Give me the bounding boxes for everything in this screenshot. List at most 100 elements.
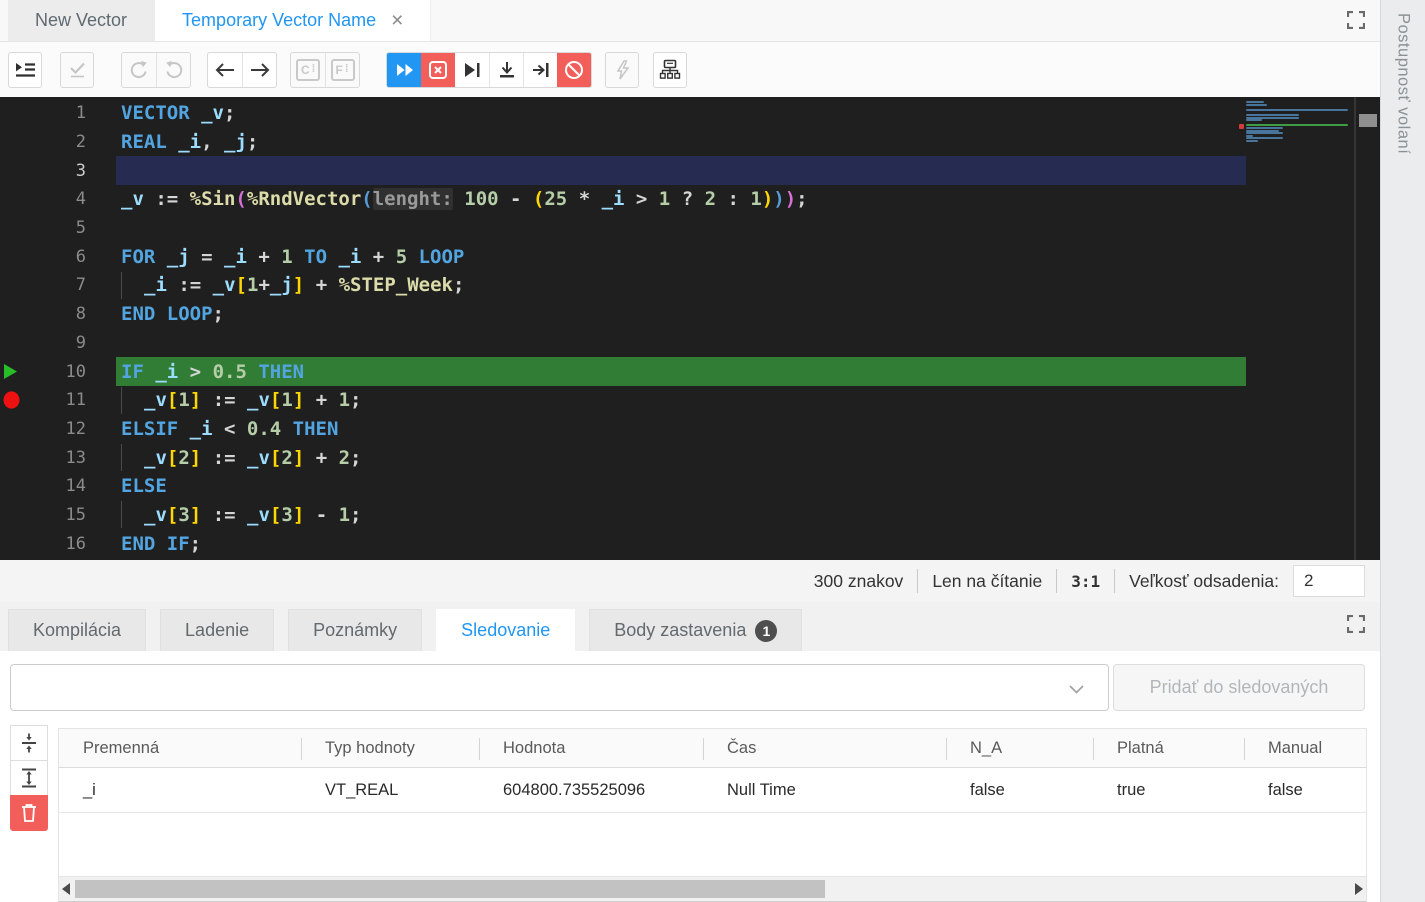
- code-line[interactable]: 5: [0, 214, 1246, 243]
- panel-tab-poznamky[interactable]: Poznámky: [288, 609, 422, 651]
- code-line[interactable]: 13_v[2] := _v[2] + 2;: [0, 443, 1246, 472]
- hierarchy-icon: [659, 59, 681, 80]
- format-code-button[interactable]: [8, 52, 42, 88]
- c-reference-button[interactable]: C⁞: [291, 53, 325, 87]
- line-number: 5: [28, 218, 86, 238]
- expand-editor-button[interactable]: [1344, 8, 1368, 32]
- code-token: 2: [705, 188, 716, 210]
- scrollbar-thumb[interactable]: [75, 880, 825, 898]
- scrollbar-thumb[interactable]: [1359, 114, 1377, 127]
- panel-tab-ladenie[interactable]: Ladenie: [160, 609, 274, 651]
- code-line[interactable]: 1VECTOR _v;: [0, 99, 1246, 128]
- panel-tab-kompilacia[interactable]: Kompilácia: [8, 609, 146, 651]
- code-token: _j: [224, 131, 247, 153]
- redo-icon: [164, 60, 184, 79]
- column-header[interactable]: Hodnota: [479, 729, 703, 767]
- watch-table-row[interactable]: _iVT_REAL604800.735525096Null Timefalset…: [59, 768, 1366, 813]
- column-header[interactable]: Typ hodnoty: [301, 729, 479, 767]
- step-out-button[interactable]: [523, 53, 557, 87]
- watch-table-body: _iVT_REAL604800.735525096Null Timefalset…: [59, 768, 1366, 813]
- navigate-forward-button[interactable]: [242, 53, 276, 87]
- code-line[interactable]: 6FOR _j = _i + 1 TO _i + 5 LOOP: [0, 242, 1246, 271]
- code-token: :=: [201, 504, 247, 526]
- code-line[interactable]: 12ELSIF _i < 0.4 THEN: [0, 415, 1246, 444]
- panel-tab-sledovanie[interactable]: Sledovanie: [436, 609, 575, 651]
- code-token: ]: [293, 389, 304, 411]
- undo-button[interactable]: [122, 53, 156, 87]
- code-line[interactable]: 16END IF;: [0, 529, 1246, 558]
- code-token: >: [624, 188, 658, 210]
- scrollbar-track[interactable]: [73, 877, 1352, 901]
- code-line[interactable]: 3: [0, 156, 1246, 185]
- evaluate-button[interactable]: [605, 52, 639, 88]
- panel-tab-body-zastavenia[interactable]: Body zastavenia1: [589, 609, 802, 651]
- table-cell: _i: [59, 781, 301, 800]
- code-token: 1: [750, 188, 761, 210]
- code-token: 25: [544, 188, 567, 210]
- code-text: ELSE: [116, 472, 1246, 501]
- code-line[interactable]: 7_i := _v[1+_j] + %STEP_Week;: [0, 271, 1246, 300]
- column-header[interactable]: Čas: [703, 729, 946, 767]
- add-to-watch-button[interactable]: Pridať do sledovaných: [1113, 664, 1365, 711]
- column-header[interactable]: Premenná: [59, 729, 301, 767]
- code-text: ELSIF _i < 0.4 THEN: [116, 415, 1246, 444]
- call-graph-button[interactable]: [653, 52, 687, 88]
- code-text: [116, 329, 1246, 358]
- trash-icon: [19, 802, 39, 824]
- redo-button[interactable]: [156, 53, 190, 87]
- code-area[interactable]: 1VECTOR _v;2REAL _i, _j;34_v := %Sin(%Rn…: [0, 97, 1246, 560]
- close-tab-icon[interactable]: ×: [391, 10, 403, 31]
- table-horizontal-scrollbar[interactable]: [59, 876, 1366, 902]
- indent-guide: [121, 387, 144, 414]
- scroll-right-button[interactable]: [1352, 877, 1366, 901]
- code-token: 5: [396, 246, 407, 268]
- column-header[interactable]: Platná: [1093, 729, 1244, 767]
- step-into-button[interactable]: [489, 53, 523, 87]
- tab-new-vector[interactable]: New Vector: [8, 0, 154, 41]
- scroll-left-button[interactable]: [59, 877, 73, 901]
- tab-temporary-vector-name[interactable]: Temporary Vector Name ×: [154, 0, 431, 41]
- expand-panel-button[interactable]: [1344, 612, 1368, 636]
- code-token: _v: [144, 447, 167, 469]
- watch-expression-combobox[interactable]: [10, 664, 1109, 711]
- watch-expression-input[interactable]: [11, 665, 1108, 710]
- column-header[interactable]: N_A: [946, 729, 1093, 767]
- breakpoint-icon[interactable]: [0, 391, 28, 409]
- execution-pointer-icon[interactable]: [0, 363, 28, 380]
- editor-vertical-scrollbar[interactable]: [1354, 97, 1380, 560]
- code-line[interactable]: 10IF _i > 0.5 THEN: [0, 357, 1246, 386]
- code-token: +: [304, 389, 338, 411]
- column-header[interactable]: Manual: [1244, 729, 1366, 767]
- code-line[interactable]: 2REAL _i, _j;: [0, 128, 1246, 157]
- collapse-rows-button[interactable]: [10, 725, 48, 761]
- code-line[interactable]: 15_v[3] := _v[3] - 1;: [0, 501, 1246, 530]
- call-sequence-sidebar[interactable]: Postupnosť volaní: [1380, 0, 1425, 902]
- code-token: 1: [281, 389, 292, 411]
- code-token: 1: [339, 504, 350, 526]
- line-number: 1: [28, 103, 86, 123]
- navigate-back-button[interactable]: [208, 53, 242, 87]
- step-over-button[interactable]: [455, 53, 489, 87]
- continue-button[interactable]: [387, 53, 421, 87]
- debug-controls-group: [386, 52, 592, 88]
- f-reference-button[interactable]: F⁞: [325, 53, 359, 87]
- code-line[interactable]: 11_v[1] := _v[1] + 1;: [0, 386, 1246, 415]
- code-token: FOR: [121, 246, 155, 268]
- stop-debug-button[interactable]: [421, 53, 455, 87]
- delete-watch-button[interactable]: [10, 795, 48, 831]
- expand-rows-button[interactable]: [10, 760, 48, 796]
- chevron-down-icon[interactable]: [1069, 685, 1084, 694]
- minimap[interactable]: [1246, 97, 1354, 560]
- disable-breakpoints-button[interactable]: [557, 53, 591, 87]
- code-line[interactable]: 4_v := %Sin(%RndVector(lenght: 100 - (25…: [0, 185, 1246, 214]
- code-token: _v: [144, 504, 167, 526]
- panel-tab-label: Poznámky: [313, 620, 397, 641]
- code-line[interactable]: 14ELSE: [0, 472, 1246, 501]
- code-line[interactable]: 8END LOOP;: [0, 300, 1246, 329]
- code-token: END: [121, 303, 155, 325]
- validate-button[interactable]: [60, 52, 94, 88]
- code-token: _v: [247, 447, 270, 469]
- indent-size-input[interactable]: [1293, 565, 1365, 597]
- code-line[interactable]: 9: [0, 329, 1246, 358]
- code-editor[interactable]: 1VECTOR _v;2REAL _i, _j;34_v := %Sin(%Rn…: [0, 97, 1380, 560]
